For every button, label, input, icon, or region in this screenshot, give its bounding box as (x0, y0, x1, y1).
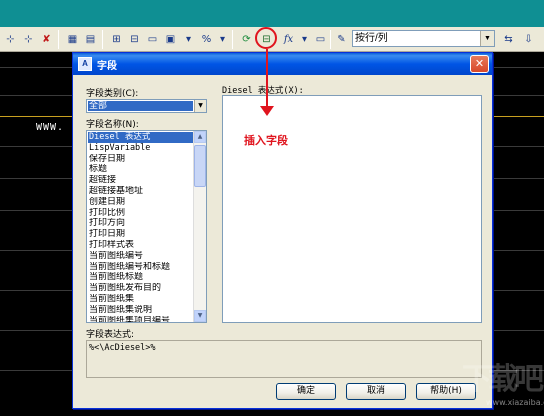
list-item[interactable]: 打印方向 (88, 218, 194, 229)
field-category-label: 字段类别(C): (86, 89, 139, 99)
list-item[interactable]: 当前图纸发布目的 (88, 283, 194, 294)
table-style-select[interactable]: 按行/列 ▼ (352, 30, 495, 47)
toolbar-separator (58, 30, 59, 49)
field-dialog: A 字段 ✕ 字段类别(C): 全部 ▼ 字段名称(N): Diesel 表达式… (72, 52, 493, 409)
field-dialog-icon: A (78, 57, 92, 71)
toolbar-separator (232, 30, 233, 49)
table-style-icon[interactable]: ▤ (82, 31, 99, 48)
annotation-text: 插入字段 (244, 134, 288, 147)
table-style-select-value: 按行/列 (355, 33, 388, 44)
merge-cells-icon[interactable]: ▭ (144, 31, 161, 48)
highlight-circle (255, 27, 277, 49)
table-icon[interactable]: ▦ (64, 31, 81, 48)
dialog-titlebar[interactable]: A 字段 ✕ (73, 53, 492, 75)
dialog-title: 字段 (97, 61, 117, 72)
toolbar-separator (330, 30, 331, 49)
list-item[interactable]: 保存日期 (88, 154, 194, 165)
annotation-arrow-line (266, 49, 268, 109)
field-expression-value: %<\AcDiesel>% (86, 340, 482, 378)
chevron-down-icon[interactable]: ▾ (180, 31, 197, 48)
toolbar-separator (102, 30, 103, 49)
close-button[interactable]: ✕ (470, 55, 489, 73)
list-item[interactable]: 打印日期 (88, 229, 194, 240)
list-item[interactable]: 超链接基地址 (88, 186, 194, 197)
diesel-expression-input[interactable] (222, 95, 482, 323)
list-item[interactable]: 超链接 (88, 175, 194, 186)
list-item[interactable]: 当前图纸集项目编号 (88, 316, 194, 322)
dimension-break-icon[interactable]: ⊹ (2, 31, 19, 48)
chevron-down-icon[interactable]: ▾ (296, 31, 313, 48)
match-cell-icon[interactable]: ✎ (333, 31, 350, 48)
cell-borders-icon[interactable]: ▣ (162, 31, 179, 48)
link-cell-icon[interactable]: ⇆ (500, 31, 517, 48)
list-item[interactable]: Diesel 表达式 (88, 132, 194, 143)
delete-dimension-icon[interactable]: ✘ (38, 31, 55, 48)
insert-columns-icon[interactable]: ⊟ (126, 31, 143, 48)
title-bar-background (0, 0, 544, 27)
list-item[interactable]: 当前图纸标题 (88, 272, 194, 283)
chevron-down-icon[interactable]: ▼ (480, 31, 494, 46)
ok-button[interactable]: 确定 (276, 383, 336, 400)
chevron-down-icon[interactable]: ▾ (214, 31, 231, 48)
insert-rows-icon[interactable]: ⊞ (108, 31, 125, 48)
list-item[interactable]: 当前图纸集说明 (88, 305, 194, 316)
cancel-button[interactable]: 取消 (346, 383, 406, 400)
field-category-select[interactable]: 全部 ▼ (86, 99, 207, 113)
download-data-icon[interactable]: ⇩ (520, 31, 537, 48)
field-expression-label: 字段表达式: (86, 330, 135, 340)
list-scrollbar[interactable]: ▲ ▼ (193, 131, 206, 322)
annotation-arrow-head (260, 106, 274, 116)
insert-block-icon[interactable]: ⟳ (238, 31, 255, 48)
list-item[interactable]: LispVariable (88, 143, 194, 154)
field-category-value: 全部 (88, 101, 193, 111)
list-item[interactable]: 当前图纸编号 (88, 251, 194, 262)
list-item[interactable]: 当前图纸集 (88, 294, 194, 305)
chevron-down-icon[interactable]: ▼ (194, 100, 206, 112)
field-names-label: 字段名称(N): (86, 120, 139, 130)
percent-format-icon[interactable]: % (198, 31, 215, 48)
field-names-items: Diesel 表达式 LispVariable 保存日期 标题 超链接 超链接基地址 创建日… (88, 132, 194, 322)
watermark-url: www.xiazaiba.com (486, 398, 544, 407)
scroll-thumb[interactable] (194, 145, 206, 187)
formula-icon[interactable]: fx (280, 31, 297, 48)
field-names-list[interactable]: Diesel 表达式 LispVariable 保存日期 标题 超链接 超链接基地址 创建日… (86, 130, 207, 323)
manage-cell-content-icon[interactable]: ▭ (312, 31, 329, 48)
list-item[interactable]: 打印比例 (88, 208, 194, 219)
list-item[interactable]: 打印样式表 (88, 240, 194, 251)
list-item[interactable]: 创建日期 (88, 197, 194, 208)
canvas-url-text: WWW. (36, 122, 65, 133)
scroll-up-icon[interactable]: ▲ (194, 131, 206, 143)
scroll-down-icon[interactable]: ▼ (194, 310, 206, 322)
list-item[interactable]: 当前图纸编号和标题 (88, 262, 194, 273)
dimension-jog-icon[interactable]: ⊹ (20, 31, 37, 48)
list-item[interactable]: 标题 (88, 164, 194, 175)
